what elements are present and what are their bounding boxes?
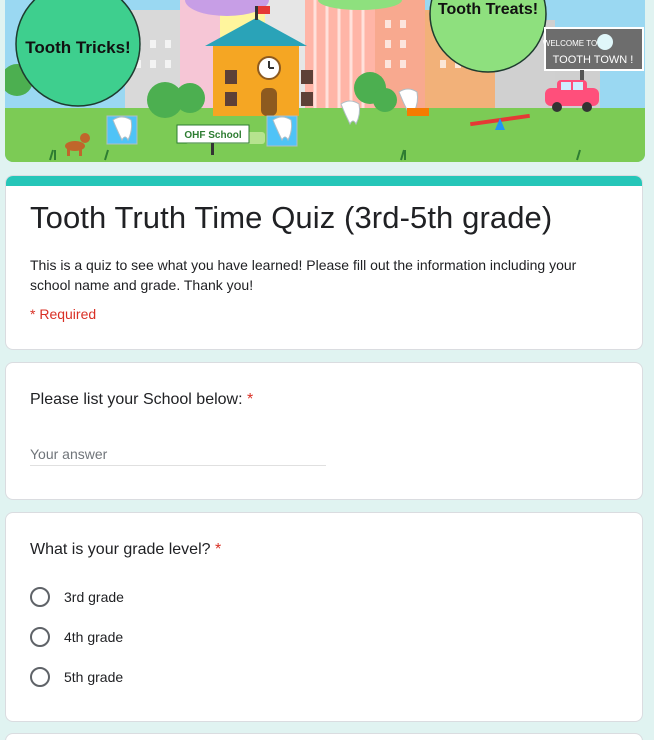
question-text: Please list your School below: <box>30 391 243 408</box>
grade-option-5th[interactable]: 5th grade <box>30 665 123 689</box>
option-label: 3rd grade <box>64 589 124 605</box>
sign-tooth-town-text: TOOTH TOWN ! <box>553 54 634 66</box>
form-title: Tooth Truth Time Quiz (3rd-5th grade) <box>30 200 553 235</box>
question-text: What is your grade level? <box>30 541 211 558</box>
tooth-treats-label: Tooth Treats! <box>438 1 538 18</box>
sign-welcome-text: WELCOME TO <box>543 39 597 48</box>
radio-button[interactable] <box>30 627 50 647</box>
question-card-school: Please list your School below: * <box>5 362 643 500</box>
question-title-school: Please list your School below: * <box>30 391 253 409</box>
school-answer-input[interactable] <box>30 443 326 466</box>
option-label: 4th grade <box>64 629 124 645</box>
question-title-grade: What is your grade level? * <box>30 541 221 559</box>
question-card-grade: What is your grade level? * 3rd grade 4t… <box>5 512 643 722</box>
form-page: Tooth Tricks! Tooth Treats! WELCOME TO T… <box>0 0 654 740</box>
grade-option-3rd[interactable]: 3rd grade <box>30 585 124 609</box>
tooth-tricks-label: Tooth Tricks! <box>25 38 130 57</box>
header-banner: Tooth Tricks! Tooth Treats! WELCOME TO T… <box>5 0 645 162</box>
question-card-next <box>5 733 643 740</box>
ohf-school-sign-text: OHF School <box>184 130 241 141</box>
accent-bar <box>6 176 642 186</box>
grade-option-4th[interactable]: 4th grade <box>30 625 123 649</box>
radio-button[interactable] <box>30 667 50 687</box>
required-star: * <box>247 391 254 408</box>
required-star: * <box>214 541 222 558</box>
form-header-card: Tooth Truth Time Quiz (3rd-5th grade) Th… <box>5 175 643 350</box>
radio-button[interactable] <box>30 587 50 607</box>
option-label: 5th grade <box>64 669 124 685</box>
form-description: This is a quiz to see what you have lear… <box>30 257 577 293</box>
tooth-town-illustration: Tooth Tricks! Tooth Treats! WELCOME TO T… <box>5 0 645 162</box>
required-note: * Required <box>30 306 97 322</box>
